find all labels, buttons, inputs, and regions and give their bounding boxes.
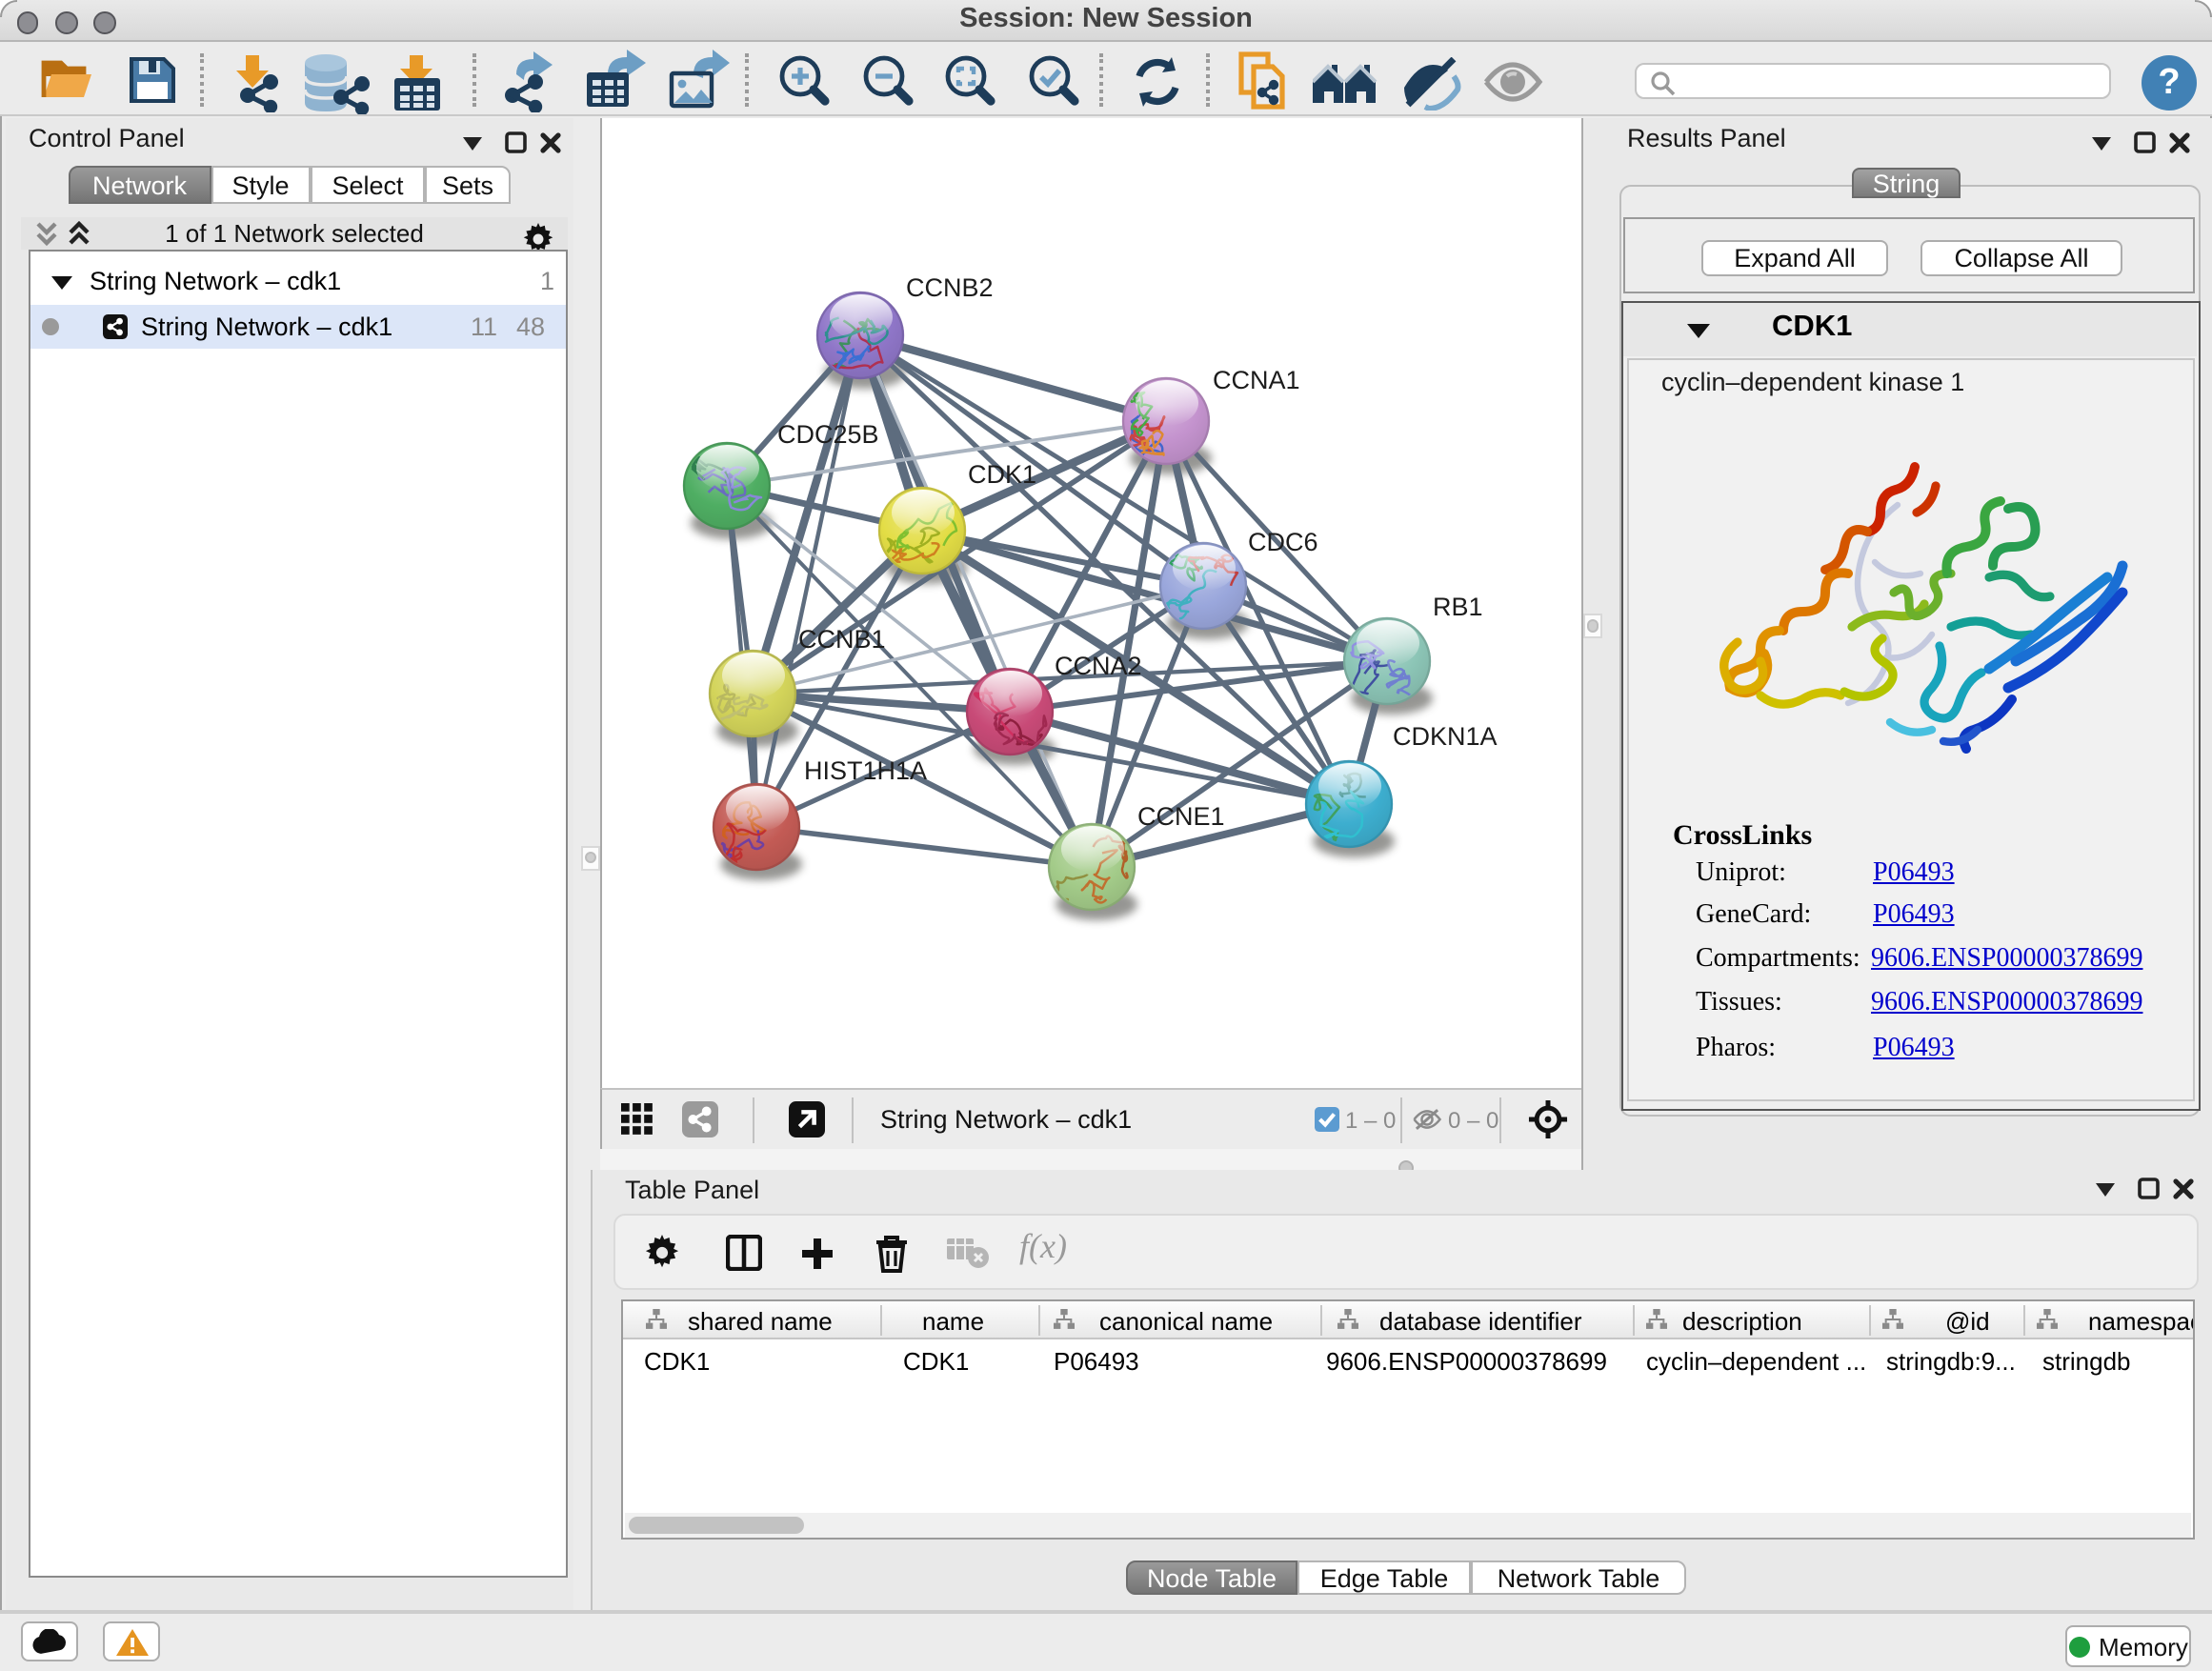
svg-text:HIST1H1A: HIST1H1A bbox=[804, 756, 927, 785]
svg-text:CCNB2: CCNB2 bbox=[906, 273, 994, 302]
svg-text:CDK1: CDK1 bbox=[968, 460, 1036, 489]
svg-text:CCNE1: CCNE1 bbox=[1137, 802, 1225, 831]
svg-text:CCNB1: CCNB1 bbox=[798, 625, 886, 654]
svg-text:RB1: RB1 bbox=[1433, 593, 1483, 621]
svg-text:CDKN1A: CDKN1A bbox=[1393, 722, 1498, 751]
svg-text:CCNA2: CCNA2 bbox=[1055, 652, 1142, 680]
svg-text:CDC25B: CDC25B bbox=[777, 420, 879, 449]
svg-text:CDC6: CDC6 bbox=[1248, 528, 1318, 556]
svg-text:CCNA1: CCNA1 bbox=[1213, 366, 1300, 394]
